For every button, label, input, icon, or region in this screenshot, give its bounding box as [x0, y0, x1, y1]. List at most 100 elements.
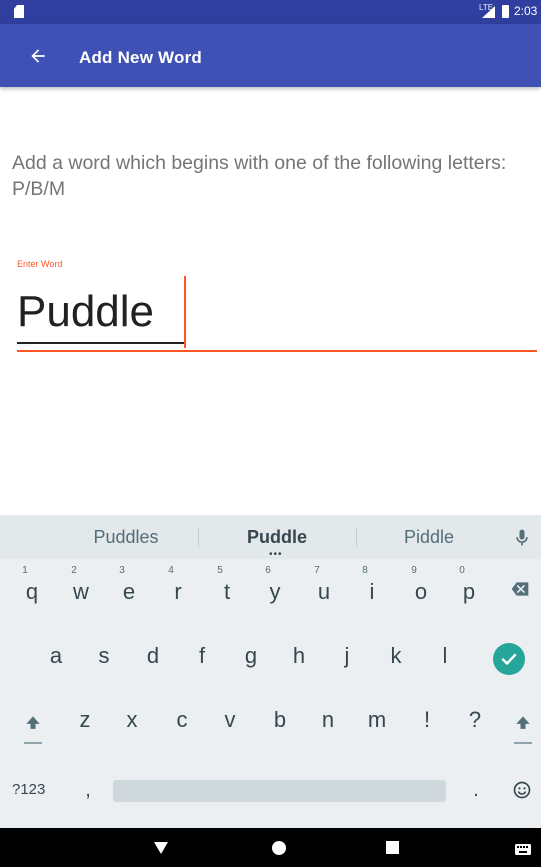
spacebar[interactable] — [113, 780, 446, 802]
key-v[interactable]: v — [206, 689, 254, 741]
symbols-key[interactable]: ?123 — [12, 781, 45, 798]
soft-keyboard: Puddles Puddle ••• Piddle 1q 2w 3e 4r 5t… — [0, 515, 541, 828]
composing-underline — [17, 342, 185, 344]
nav-recents-icon[interactable] — [386, 841, 399, 854]
key-h[interactable]: h — [275, 625, 323, 677]
nav-back-icon[interactable] — [152, 841, 170, 855]
key-label: a — [49, 643, 63, 668]
key-r[interactable]: 4r — [154, 561, 202, 613]
key-c[interactable]: c — [158, 689, 206, 741]
nav-keyboard-icon[interactable] — [515, 842, 531, 855]
key-label: m — [367, 707, 387, 732]
key-b[interactable]: b — [256, 689, 304, 741]
key-label: u — [317, 579, 331, 604]
key-label: x — [126, 707, 138, 732]
key-label: n — [321, 707, 335, 732]
word-input[interactable]: Puddle — [17, 276, 537, 354]
key-hint: 6 — [265, 565, 271, 576]
key-question[interactable]: ? — [451, 689, 499, 741]
key-l[interactable]: l — [421, 625, 469, 677]
instruction-text: Add a word which begins with one of the … — [12, 152, 507, 200]
key-d[interactable]: d — [129, 625, 177, 677]
mic-icon[interactable] — [512, 527, 532, 549]
key-x[interactable]: x — [108, 689, 156, 741]
key-j[interactable]: j — [323, 625, 371, 677]
back-button[interactable] — [20, 42, 56, 70]
nav-home-icon[interactable] — [272, 841, 286, 855]
key-hint: 7 — [314, 565, 320, 576]
key-i[interactable]: 8i — [348, 561, 396, 613]
text-cursor — [184, 276, 186, 348]
key-hint: 3 — [119, 565, 125, 576]
navigation-bar — [0, 828, 541, 867]
key-f[interactable]: f — [178, 625, 226, 677]
key-e[interactable]: 3e — [105, 561, 153, 613]
shift-right-icon[interactable] — [505, 707, 541, 757]
key-label: q — [25, 579, 39, 604]
key-hint: 0 — [459, 565, 465, 576]
suggestion-strip: Puddles Puddle ••• Piddle — [0, 515, 541, 560]
word-field-label: Enter Word — [17, 259, 63, 269]
word-input-value: Puddle — [17, 287, 155, 336]
key-label: b — [273, 707, 287, 732]
key-exclamation[interactable]: ! — [403, 689, 451, 741]
sd-card-icon — [14, 5, 24, 18]
key-label: t — [223, 579, 231, 604]
key-t[interactable]: 5t — [203, 561, 251, 613]
key-label: ! — [423, 707, 431, 732]
key-q[interactable]: 1q — [8, 561, 56, 613]
key-k[interactable]: k — [372, 625, 420, 677]
key-y[interactable]: 6y — [251, 561, 299, 613]
key-label: ? — [468, 707, 482, 732]
key-m[interactable]: m — [353, 689, 401, 741]
input-underline — [17, 350, 537, 352]
key-label: v — [224, 707, 236, 732]
suggestion-center[interactable]: Puddle — [207, 527, 347, 548]
page-title: Add New Word — [79, 48, 202, 67]
key-label: g — [244, 643, 258, 668]
key-label: l — [442, 643, 448, 668]
key-label: h — [292, 643, 306, 668]
key-hint: 5 — [217, 565, 223, 576]
backspace-icon[interactable] — [509, 579, 535, 601]
key-p[interactable]: 0p — [445, 561, 493, 613]
key-label: j — [344, 643, 350, 668]
enter-check-icon[interactable] — [493, 643, 525, 675]
shift-left-icon[interactable] — [15, 707, 51, 757]
key-period[interactable]: . — [468, 779, 484, 802]
key-label: f — [198, 643, 206, 668]
key-u[interactable]: 7u — [300, 561, 348, 613]
status-time: 2:03 — [514, 4, 538, 18]
suggestion-left[interactable]: Puddles — [56, 527, 196, 548]
key-hint: 9 — [411, 565, 417, 576]
battery-icon — [502, 5, 509, 18]
key-w[interactable]: 2w — [57, 561, 105, 613]
key-hint: 4 — [168, 565, 174, 576]
key-z[interactable]: z — [61, 689, 109, 741]
key-label: s — [98, 643, 110, 668]
suggestion-divider — [356, 527, 357, 547]
key-comma[interactable]: , — [80, 779, 96, 809]
key-hint: 1 — [22, 565, 28, 576]
key-label: y — [269, 579, 281, 604]
key-label: p — [462, 579, 476, 604]
key-o[interactable]: 9o — [397, 561, 445, 613]
key-label: z — [79, 707, 91, 732]
suggestion-right[interactable]: Piddle — [359, 527, 499, 548]
key-label: k — [390, 643, 402, 668]
key-s[interactable]: s — [80, 625, 128, 677]
emoji-icon[interactable] — [512, 780, 534, 802]
app-bar: Add New Word — [0, 24, 541, 87]
key-label: d — [146, 643, 160, 668]
suggestion-divider — [198, 527, 199, 547]
key-n[interactable]: n — [304, 689, 352, 741]
key-hint: 8 — [362, 565, 368, 576]
key-label: i — [369, 579, 375, 604]
arrow-back-icon — [31, 49, 45, 63]
key-label: c — [176, 707, 188, 732]
key-g[interactable]: g — [227, 625, 275, 677]
key-label: o — [414, 579, 428, 604]
key-label: w — [73, 579, 89, 604]
key-a[interactable]: a — [32, 625, 80, 677]
key-label: r — [174, 579, 182, 604]
